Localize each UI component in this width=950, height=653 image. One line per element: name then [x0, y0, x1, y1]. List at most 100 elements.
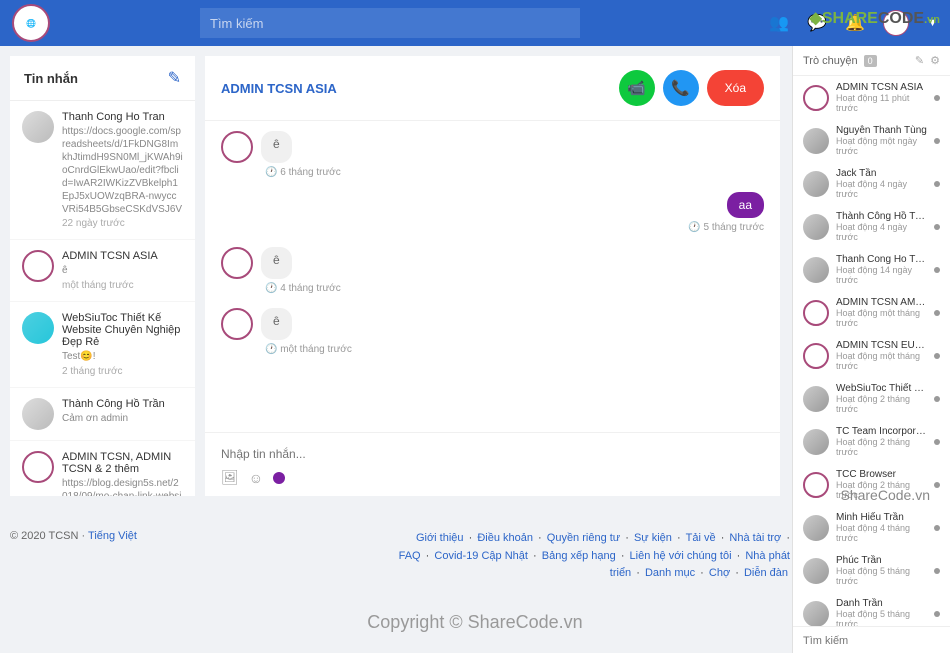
footer-link[interactable]: Sự kiện — [634, 532, 672, 544]
message-item[interactable]: Thành Công Hồ Trần Cảm ơn admin — [10, 388, 195, 441]
contact-name: Thanh Cong Ho Tran — [836, 254, 927, 265]
language-link[interactable]: Tiếng Việt — [88, 530, 137, 542]
delete-button[interactable]: Xóa — [707, 70, 764, 106]
contact-name: ADMIN TCSN EUROPE — [836, 340, 927, 351]
contact-avatar — [803, 429, 829, 455]
compose-icon[interactable]: ✎ — [168, 68, 181, 88]
contact-item[interactable]: TC Team Incorporation Hoạt động 2 tháng … — [793, 420, 950, 463]
message-input[interactable] — [221, 443, 764, 469]
chat-message-left: ê — [221, 308, 764, 340]
footer-link[interactable]: Quyền riêng tư — [547, 532, 620, 544]
message-content: ADMIN TCSN, ADMIN TCSN & 2 thêm https://… — [62, 451, 183, 496]
contact-item[interactable]: Minh Hiếu Trần Hoạt động 4 tháng trước — [793, 506, 950, 549]
app-logo[interactable]: 🌐 — [12, 4, 50, 42]
watermark-mid: ShareCode.vn — [840, 487, 930, 503]
status-dot-icon — [934, 525, 940, 531]
message-sender: Thanh Cong Ho Tran — [62, 111, 183, 123]
contact-info: Jack Tần Hoạt động 4 ngày trước — [836, 168, 927, 199]
contact-avatar — [803, 343, 829, 369]
message-item[interactable]: ADMIN TCSN, ADMIN TCSN & 2 thêm https://… — [10, 441, 195, 496]
contact-info: ADMIN TCSN AMERICA Hoạt động một tháng t… — [836, 297, 927, 328]
footer-link[interactable]: Chợ — [709, 567, 730, 579]
contact-name: ADMIN TCSN ASIA — [836, 82, 927, 93]
status-dot-icon — [934, 568, 940, 574]
contact-item[interactable]: ADMIN TCSN AMERICA Hoạt động một tháng t… — [793, 291, 950, 334]
chat-bubble: ê — [261, 131, 292, 163]
status-dot-icon — [934, 396, 940, 402]
contact-name: ADMIN TCSN AMERICA — [836, 297, 927, 308]
contact-item[interactable]: ADMIN TCSN ASIA Hoạt động 11 phút trước — [793, 76, 950, 119]
contact-item[interactable]: Thanh Cong Ho Tran Hoạt động 14 ngày trư… — [793, 248, 950, 291]
chat-message-time: 🕐 5 tháng trước — [221, 222, 764, 233]
chat-bubble: ê — [261, 308, 292, 340]
chat-message-avatar — [221, 308, 253, 340]
watermark-logo: ◆SHARECODE.vn — [810, 8, 940, 28]
chat-body[interactable]: ê 🕐 6 tháng trước aa 🕐 5 tháng trước ê 🕐… — [205, 121, 780, 432]
footer-link[interactable]: Diễn đàn — [744, 567, 788, 579]
chat-message-time: 🕐 4 tháng trước — [265, 283, 764, 294]
gear-icon[interactable]: ⚙ — [930, 54, 940, 67]
contact-item[interactable]: ADMIN TCSN EUROPE Hoạt động một tháng tr… — [793, 334, 950, 377]
online-count-badge: 0 — [864, 55, 877, 67]
message-preview: ê — [62, 264, 183, 277]
footer-link[interactable]: Covid-19 Cập Nhật — [434, 550, 528, 562]
chat-message-right: aa — [221, 192, 764, 218]
message-item[interactable]: Thanh Cong Ho Tran https://docs.google.c… — [10, 101, 195, 240]
message-item[interactable]: WebSiuToc Thiết Kế Website Chuyên Nghiệp… — [10, 302, 195, 388]
global-search-input[interactable] — [200, 8, 580, 38]
message-sender: ADMIN TCSN ASIA — [62, 250, 183, 262]
message-sender: Thành Công Hồ Trần — [62, 398, 183, 410]
contact-item[interactable]: Thành Công Hồ Trần Hoạt động 4 ngày trướ… — [793, 205, 950, 248]
contact-avatar — [803, 85, 829, 111]
chat-header: ADMIN TCSN ASIA 📹 📞 Xóa — [205, 56, 780, 121]
contact-name: Nguyễn Thanh Tùng — [836, 125, 927, 136]
message-avatar — [22, 398, 54, 430]
watermark-bottom: Copyright © ShareCode.vn — [0, 612, 950, 633]
message-content: ADMIN TCSN ASIA ê một tháng trước — [62, 250, 183, 291]
friends-icon[interactable]: 👥 — [769, 13, 789, 33]
footer-link[interactable]: Nhà tài trợ — [729, 532, 781, 544]
chat-message-left: ê — [221, 131, 764, 163]
contact-item[interactable]: Nguyễn Thanh Tùng Hoạt động một ngày trư… — [793, 119, 950, 162]
messages-header: Tin nhắn ✎ — [10, 56, 195, 101]
footer-link[interactable]: Tải về — [686, 532, 716, 544]
chat-panel: ADMIN TCSN ASIA 📹 📞 Xóa ê 🕐 6 tháng trướ… — [205, 56, 780, 496]
footer-link[interactable]: FAQ — [399, 550, 421, 562]
messages-list[interactable]: Thanh Cong Ho Tran https://docs.google.c… — [10, 101, 195, 496]
contacts-list[interactable]: ADMIN TCSN ASIA Hoạt động 11 phút trước … — [793, 76, 950, 626]
chat-bubble: ê — [261, 247, 292, 279]
color-dot-icon[interactable] — [273, 472, 285, 484]
message-time: 22 ngày trước — [62, 218, 183, 229]
contact-avatar — [803, 214, 829, 240]
message-item[interactable]: ADMIN TCSN ASIA ê một tháng trước — [10, 240, 195, 302]
contact-info: Minh Hiếu Trần Hoạt động 4 tháng trước — [836, 512, 927, 543]
chat-message-avatar — [221, 131, 253, 163]
video-call-button[interactable]: 📹 — [619, 70, 655, 106]
footer-link[interactable]: Điều khoản — [477, 532, 533, 544]
contact-status: Hoạt động 4 ngày trước — [836, 222, 927, 242]
edit-icon[interactable]: ✎ — [915, 54, 924, 67]
emoji-icon[interactable]: ☺ — [249, 470, 263, 486]
status-dot-icon — [934, 267, 940, 273]
contact-info: Phúc Trần Hoạt động 5 tháng trước — [836, 555, 927, 586]
footer-link[interactable]: Danh mục — [645, 567, 695, 579]
message-time: một tháng trước — [62, 280, 183, 291]
image-icon[interactable]: 🖼 — [221, 469, 239, 486]
contact-status: Hoạt động 2 tháng trước — [836, 394, 927, 414]
message-preview: Cảm ơn admin — [62, 412, 183, 425]
contact-name: Thành Công Hồ Trần — [836, 211, 927, 222]
contact-item[interactable]: Jack Tần Hoạt động 4 ngày trước — [793, 162, 950, 205]
audio-call-button[interactable]: 📞 — [663, 70, 699, 106]
message-content: WebSiuToc Thiết Kế Website Chuyên Nghiệp… — [62, 312, 183, 377]
chat-message-time: 🕐 6 tháng trước — [265, 167, 764, 178]
contact-info: Thanh Cong Ho Tran Hoạt động 14 ngày trư… — [836, 254, 927, 285]
footer-link[interactable]: Bảng xếp hạng — [542, 550, 616, 562]
footer-copyright: © 2020 TCSN · Tiếng Việt — [10, 530, 137, 583]
contact-info: ADMIN TCSN ASIA Hoạt động 11 phút trước — [836, 82, 927, 113]
footer-link[interactable]: Liên hệ với chúng tôi — [630, 550, 732, 562]
contact-item[interactable]: Phúc Trần Hoạt động 5 tháng trước — [793, 549, 950, 592]
contact-item[interactable]: WebSiuToc Thiết Kế Website Chuyên Nghiệp… — [793, 377, 950, 420]
contacts-search-input[interactable] — [803, 635, 940, 647]
footer-link[interactable]: Giới thiệu — [416, 532, 464, 544]
contact-avatar — [803, 472, 829, 498]
